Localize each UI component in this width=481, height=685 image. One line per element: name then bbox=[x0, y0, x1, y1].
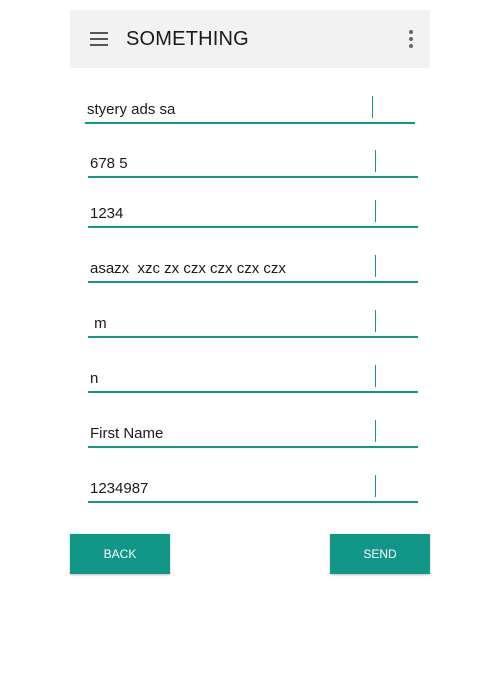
text-input-1[interactable] bbox=[87, 96, 365, 122]
text-field-4 bbox=[88, 255, 418, 283]
text-field-5 bbox=[88, 310, 418, 338]
field-divider bbox=[375, 475, 376, 497]
text-input-4[interactable] bbox=[90, 255, 368, 281]
app-title: SOMETHING bbox=[126, 28, 249, 50]
back-button[interactable]: BACK bbox=[70, 534, 170, 574]
form-screen: SOMETHING BACK SEND bbox=[0, 0, 481, 685]
field-divider bbox=[375, 150, 376, 172]
text-input-2[interactable] bbox=[90, 150, 368, 176]
field-divider bbox=[375, 255, 376, 277]
text-field-6 bbox=[88, 365, 418, 393]
send-button[interactable]: SEND bbox=[330, 534, 430, 574]
field-divider bbox=[375, 310, 376, 332]
field-divider bbox=[375, 420, 376, 442]
text-input-8[interactable] bbox=[90, 475, 368, 501]
text-field-1 bbox=[85, 96, 415, 124]
field-divider bbox=[375, 200, 376, 222]
text-field-8 bbox=[88, 475, 418, 503]
more-vert-icon[interactable] bbox=[404, 28, 418, 50]
app-bar: SOMETHING bbox=[70, 10, 430, 68]
text-field-3 bbox=[88, 200, 418, 228]
text-input-5[interactable] bbox=[90, 310, 368, 336]
text-input-3[interactable] bbox=[90, 200, 368, 226]
text-field-7 bbox=[88, 420, 418, 448]
text-input-6[interactable] bbox=[90, 365, 368, 391]
hamburger-menu-icon[interactable] bbox=[89, 30, 109, 48]
text-field-2 bbox=[88, 150, 418, 178]
first-name-input[interactable] bbox=[90, 420, 368, 446]
field-divider bbox=[372, 96, 373, 118]
field-divider bbox=[375, 365, 376, 387]
